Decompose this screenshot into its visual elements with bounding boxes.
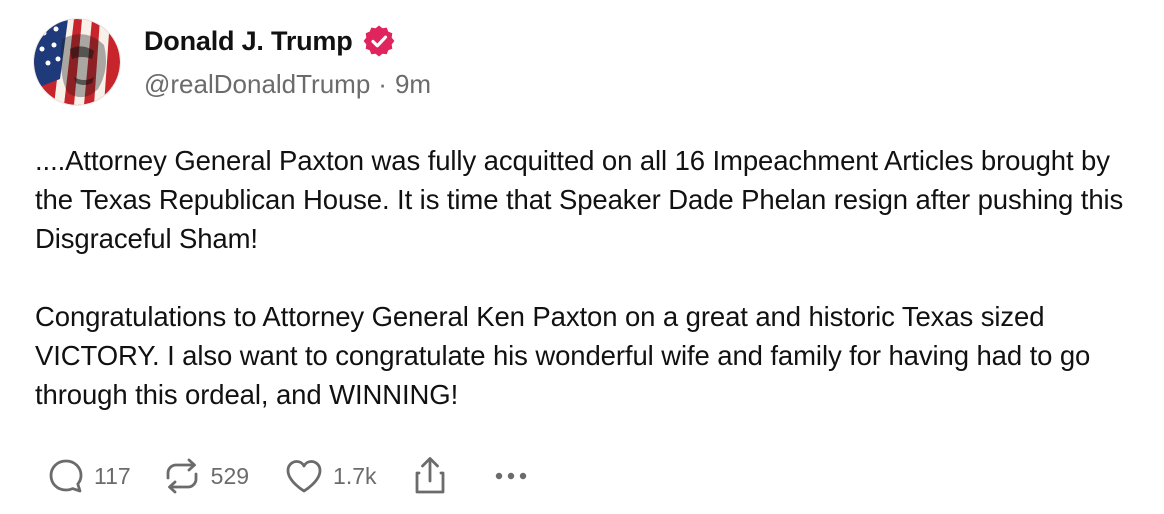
repost-icon [161,456,203,496]
share-button[interactable] [411,455,449,497]
post-paragraph: ....Attorney General Paxton was fully ac… [35,145,1124,254]
reply-count: 117 [94,462,131,489]
separator: · [378,69,387,99]
reply-button[interactable]: 117 [46,456,131,496]
display-name[interactable]: Donald J. Trump [144,26,353,57]
avatar[interactable] [34,19,120,105]
like-button[interactable]: 1.7k [283,456,377,496]
repost-button[interactable]: 529 [161,456,249,496]
heart-icon [283,456,325,496]
more-button[interactable] [493,456,529,496]
post-body: ....Attorney General Paxton was fully ac… [35,141,1145,414]
reply-icon [46,456,86,496]
repost-count: 529 [210,462,250,489]
like-count: 1.7k [333,462,377,489]
share-icon [411,455,449,497]
verified-badge-icon [363,25,395,57]
more-icon [493,456,529,496]
action-bar: 117 529 1.7k [46,454,529,498]
handle[interactable]: @realDonaldTrump [144,69,370,100]
author-name-row: Donald J. Trump [144,22,395,60]
handle-row: @realDonaldTrump · 9m [144,69,431,100]
timestamp[interactable]: 9m [395,69,431,100]
post-card: Donald J. Trump @realDonaldTrump · 9m ..… [0,0,1164,514]
post-paragraph: Congratulations to Attorney General Ken … [35,301,1091,410]
